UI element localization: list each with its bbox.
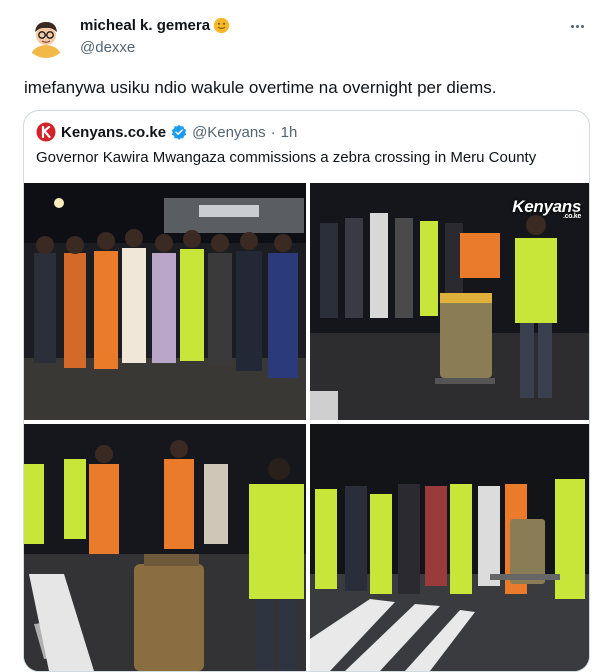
quote-account-name[interactable]: Kenyans.co.ke (61, 124, 166, 141)
emoji-badge-icon (213, 17, 230, 34)
author-row: micheal k. gemera (80, 17, 230, 34)
kenyans-logo-icon (36, 122, 56, 142)
photo-zebra-crossing[interactable] (310, 424, 589, 671)
photo-1-image (24, 183, 306, 420)
author-name[interactable]: micheal k. gemera (80, 17, 210, 34)
quoted-tweet[interactable]: Kenyans.co.ke @Kenyans · 1h Governor Kaw… (23, 110, 590, 672)
quote-text: Governor Kawira Mwangaza commissions a z… (36, 149, 537, 166)
tweet-text: imefanywa usiku ndio wakule overtime na … (24, 78, 497, 97)
quote-account-handle[interactable]: @Kenyans (192, 124, 266, 141)
quote-time[interactable]: 1h (281, 124, 298, 141)
more-options-icon[interactable] (566, 18, 588, 34)
author-handle[interactable]: @dexxe (80, 39, 135, 56)
photo-paint-machine[interactable]: Kenyans .co.ke (310, 183, 589, 420)
photo-crowd-standing[interactable] (24, 183, 306, 420)
photo-4-image (310, 424, 589, 671)
cartoon-avatar-icon (24, 14, 68, 58)
photo-3-image (24, 424, 306, 671)
quote-header: Kenyans.co.ke @Kenyans · 1h (36, 122, 297, 142)
photo-painting-closeup[interactable] (24, 424, 306, 671)
photo-2-image (310, 183, 589, 420)
watermark-suffix: .co.ke (562, 213, 581, 220)
avatar[interactable] (24, 14, 68, 58)
watermark: Kenyans .co.ke (512, 197, 581, 220)
verified-badge-icon (171, 124, 187, 140)
separator-dot: · (270, 123, 276, 141)
